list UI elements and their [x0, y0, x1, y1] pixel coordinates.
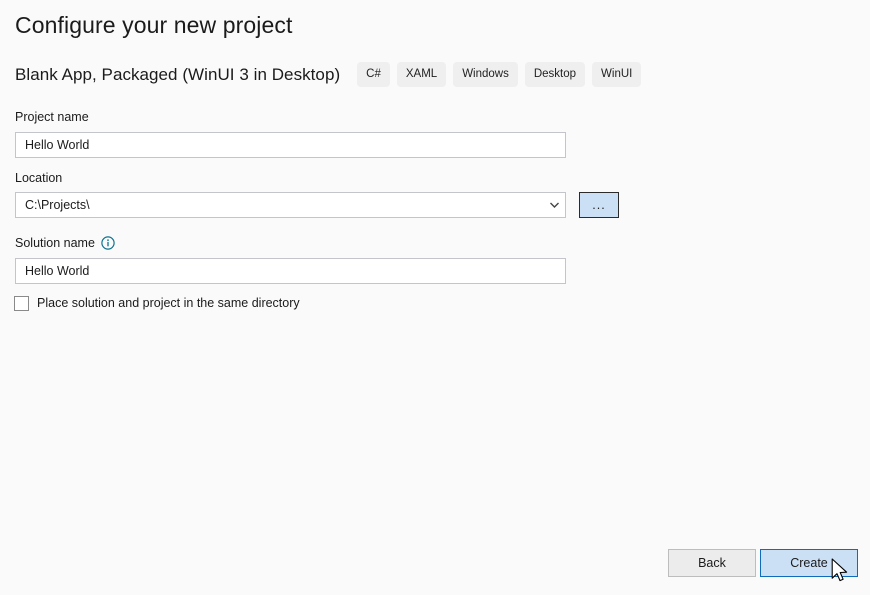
location-label: Location	[15, 170, 62, 186]
same-directory-checkbox[interactable]	[14, 296, 29, 311]
solution-name-label-text: Solution name	[15, 235, 95, 251]
same-directory-checkbox-label: Place solution and project in the same d…	[37, 295, 300, 311]
template-tag: Windows	[453, 62, 518, 87]
template-summary-row: Blank App, Packaged (WinUI 3 in Desktop)…	[15, 62, 641, 87]
location-combobox[interactable]: C:\Projects\	[15, 192, 566, 218]
back-button[interactable]: Back	[668, 549, 756, 577]
configure-project-dialog: Configure your new project Blank App, Pa…	[0, 0, 870, 595]
template-tag: XAML	[397, 62, 446, 87]
template-tag: C#	[357, 62, 390, 87]
solution-name-input[interactable]	[15, 258, 566, 284]
location-value: C:\Projects\	[16, 193, 543, 217]
project-name-input[interactable]	[15, 132, 566, 158]
chevron-down-icon[interactable]	[543, 193, 565, 217]
template-name: Blank App, Packaged (WinUI 3 in Desktop)	[15, 63, 340, 87]
info-icon[interactable]	[101, 236, 115, 250]
template-tag: WinUI	[592, 62, 641, 87]
same-directory-checkbox-row[interactable]: Place solution and project in the same d…	[14, 295, 300, 311]
create-button[interactable]: Create	[760, 549, 858, 577]
template-tag-list: C# XAML Windows Desktop WinUI	[357, 62, 641, 87]
template-tag: Desktop	[525, 62, 585, 87]
page-title: Configure your new project	[15, 10, 292, 40]
solution-name-label: Solution name	[15, 235, 115, 251]
browse-location-button[interactable]: ...	[579, 192, 619, 218]
project-name-label: Project name	[15, 109, 89, 125]
